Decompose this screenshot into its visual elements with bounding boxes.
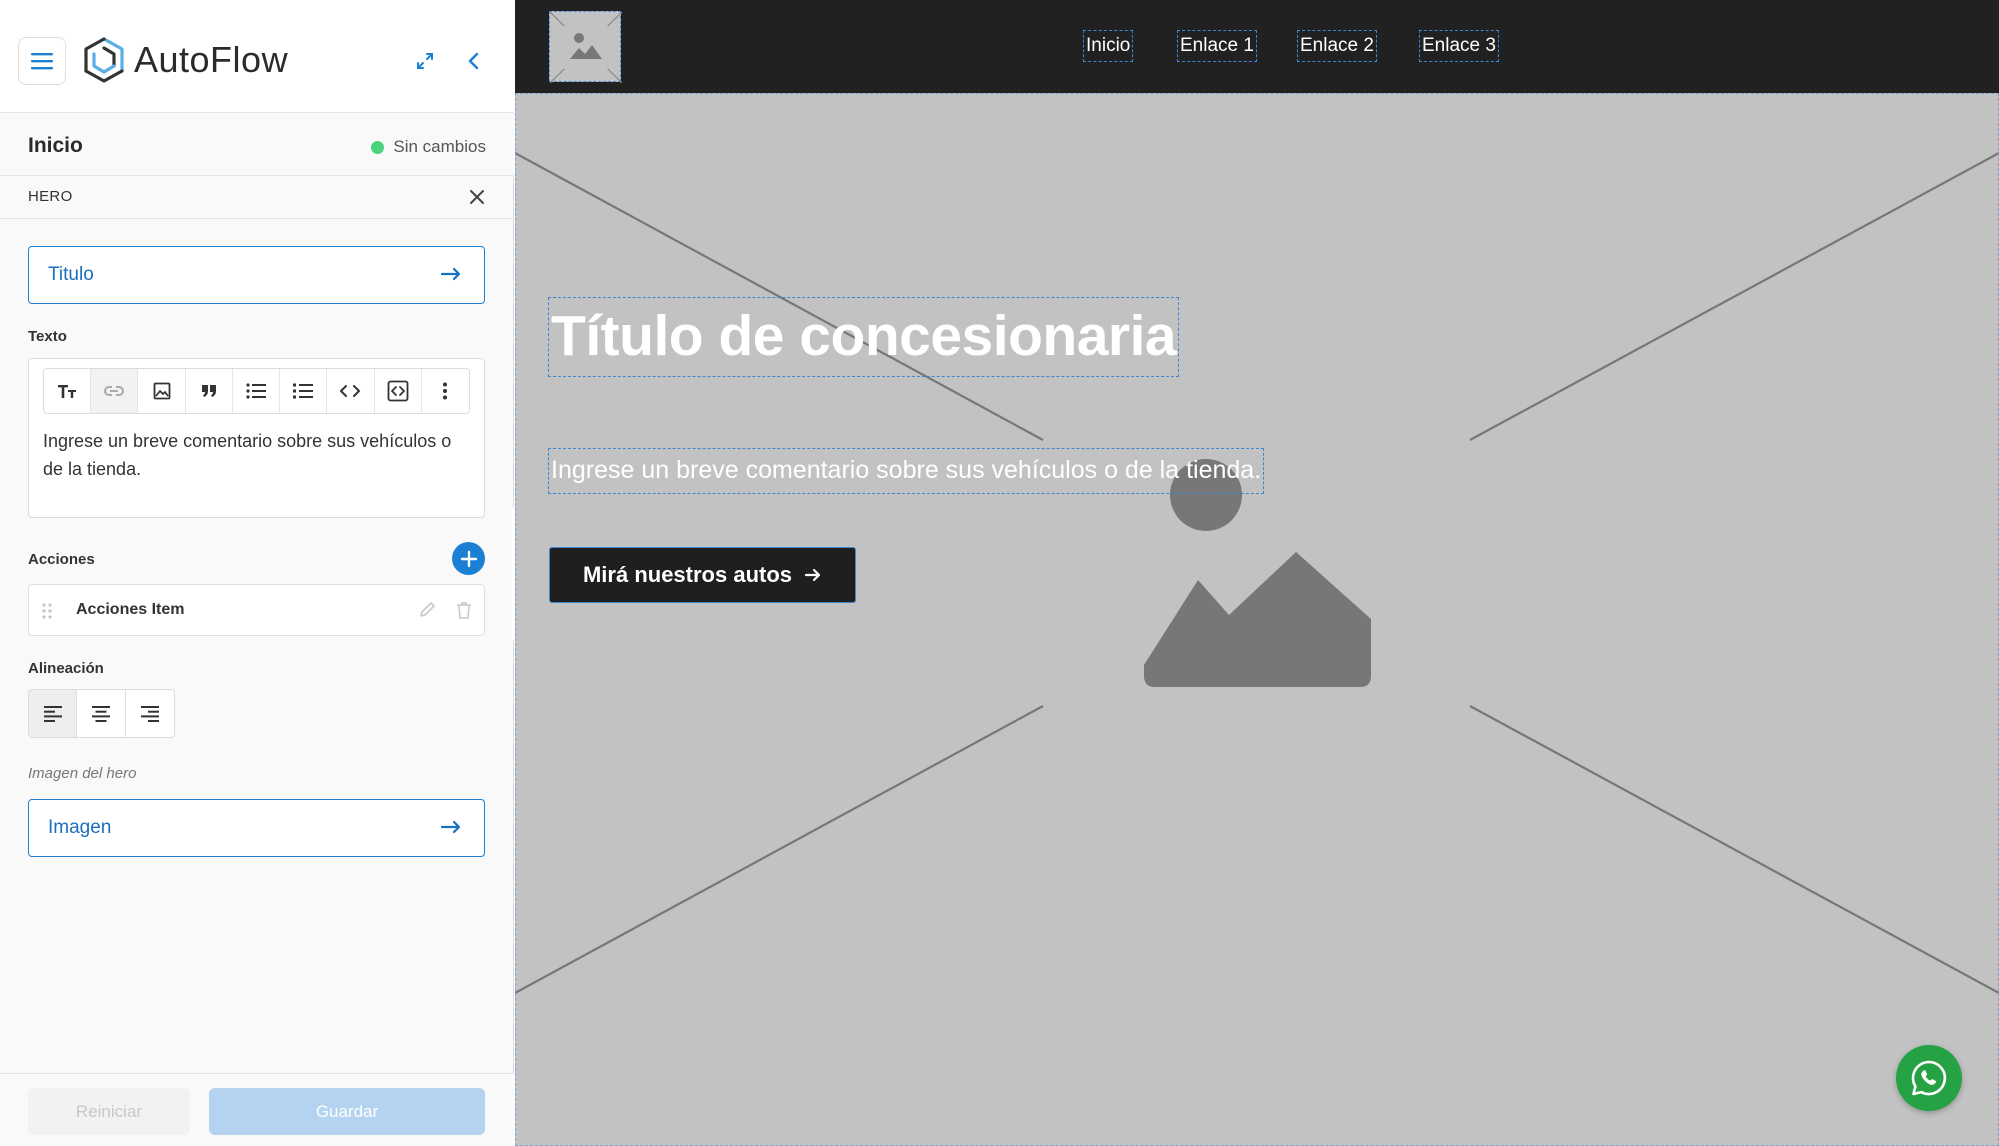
save-status: Sin cambios xyxy=(371,137,486,157)
bullet-list-icon xyxy=(246,383,266,399)
alignment-label: Alineación xyxy=(28,660,104,677)
align-center-icon xyxy=(92,705,111,722)
site-preview: Inicio Enlace 1 Enlace 2 Enlace 3 Título… xyxy=(515,0,1999,1146)
trash-icon[interactable] xyxy=(456,601,472,619)
image-field-button[interactable]: Imagen xyxy=(28,799,485,857)
editor-toolbar xyxy=(43,368,470,414)
code-icon xyxy=(340,385,361,397)
reset-button[interactable]: Reiniciar xyxy=(28,1088,190,1135)
chevron-left-icon xyxy=(468,52,479,70)
whatsapp-button[interactable] xyxy=(1896,1045,1962,1111)
nav-link-1[interactable]: Enlace 1 xyxy=(1177,30,1257,62)
more-options-button[interactable] xyxy=(422,369,469,413)
editor-content[interactable]: Ingrese un breve comentario sobre sus ve… xyxy=(43,427,463,483)
editor-sidebar: AutoFlow Inicio Sin cambios HERO Titulo … xyxy=(0,0,514,1146)
ordered-list-icon xyxy=(293,383,314,399)
collapse-sidebar-button[interactable] xyxy=(457,44,491,78)
pencil-icon[interactable] xyxy=(418,601,436,619)
add-action-button[interactable] xyxy=(452,542,485,575)
ordered-list-button[interactable] xyxy=(280,369,328,413)
save-button[interactable]: Guardar xyxy=(209,1088,485,1135)
image-button[interactable] xyxy=(138,369,186,413)
action-item-label: Acciones Item xyxy=(76,601,185,618)
align-center-button[interactable] xyxy=(77,690,126,737)
hero-title[interactable]: Título de concesionaria xyxy=(548,297,1180,377)
section-label: HERO xyxy=(28,188,73,205)
expand-icon xyxy=(417,53,433,69)
arrow-right-icon xyxy=(440,267,461,281)
actions-label: Acciones xyxy=(28,551,95,568)
nav-link-3[interactable]: Enlace 3 xyxy=(1419,30,1499,62)
status-text: Sin cambios xyxy=(393,137,486,156)
page-row: Inicio Sin cambios xyxy=(0,113,514,176)
align-right-button[interactable] xyxy=(126,690,174,737)
app-logo: AutoFlow xyxy=(82,34,288,86)
quote-icon xyxy=(201,385,216,397)
alignment-selector xyxy=(28,689,175,738)
nav-link-2[interactable]: Enlace 2 xyxy=(1297,30,1377,62)
close-icon xyxy=(470,190,484,204)
text-size-button[interactable] xyxy=(44,369,92,413)
hamburger-icon xyxy=(31,53,53,70)
menu-button[interactable] xyxy=(18,37,66,85)
image-placeholder-icon xyxy=(549,11,623,84)
align-left-button[interactable] xyxy=(29,690,78,737)
plus-icon xyxy=(460,550,477,567)
sidebar-header: AutoFlow xyxy=(0,0,514,113)
image-field-label: Imagen xyxy=(48,817,112,838)
bullet-list-button[interactable] xyxy=(233,369,281,413)
image-icon xyxy=(153,382,170,400)
nav-link-inicio[interactable]: Inicio xyxy=(1083,30,1134,62)
hero-cta-label: Mirá nuestros autos xyxy=(582,562,793,587)
image-hint-label: Imagen del hero xyxy=(28,765,137,782)
site-logo-placeholder[interactable] xyxy=(549,11,623,84)
code-button[interactable] xyxy=(327,369,375,413)
title-field-label: Titulo xyxy=(48,264,94,285)
sidebar-footer: Reiniciar Guardar xyxy=(0,1073,514,1146)
title-field-button[interactable]: Titulo xyxy=(28,246,485,304)
arrow-right-icon xyxy=(804,568,821,582)
status-dot xyxy=(371,140,385,154)
code-block-button[interactable] xyxy=(375,369,422,413)
link-icon xyxy=(104,386,125,396)
link-button[interactable] xyxy=(91,369,139,413)
page-title: Inicio xyxy=(28,134,83,157)
section-header: HERO xyxy=(0,176,514,219)
drag-handle-icon[interactable] xyxy=(41,601,53,621)
whatsapp-icon xyxy=(1911,1060,1947,1096)
text-size-icon xyxy=(58,385,77,398)
hero-subtitle[interactable]: Ingrese un breve comentario sobre sus ve… xyxy=(548,448,1265,494)
app-name: AutoFlow xyxy=(134,39,289,80)
text-label: Texto xyxy=(28,328,67,345)
align-right-icon xyxy=(140,705,159,722)
more-vertical-icon xyxy=(443,382,448,400)
hero-cta-button[interactable]: Mirá nuestros autos xyxy=(549,547,856,603)
action-item[interactable]: Acciones Item xyxy=(28,584,485,636)
close-section-button[interactable] xyxy=(466,186,488,208)
site-navbar: Inicio Enlace 1 Enlace 2 Enlace 3 xyxy=(515,0,1999,93)
expand-button[interactable] xyxy=(408,44,442,78)
arrow-right-icon xyxy=(440,820,461,834)
quote-button[interactable] xyxy=(186,369,233,413)
code-block-icon xyxy=(387,380,409,402)
autoflow-logo-icon xyxy=(84,37,124,83)
rich-text-editor[interactable]: Ingrese un breve comentario sobre sus ve… xyxy=(28,358,485,518)
hero-background-placeholder xyxy=(515,152,1999,994)
align-left-icon xyxy=(43,705,62,722)
